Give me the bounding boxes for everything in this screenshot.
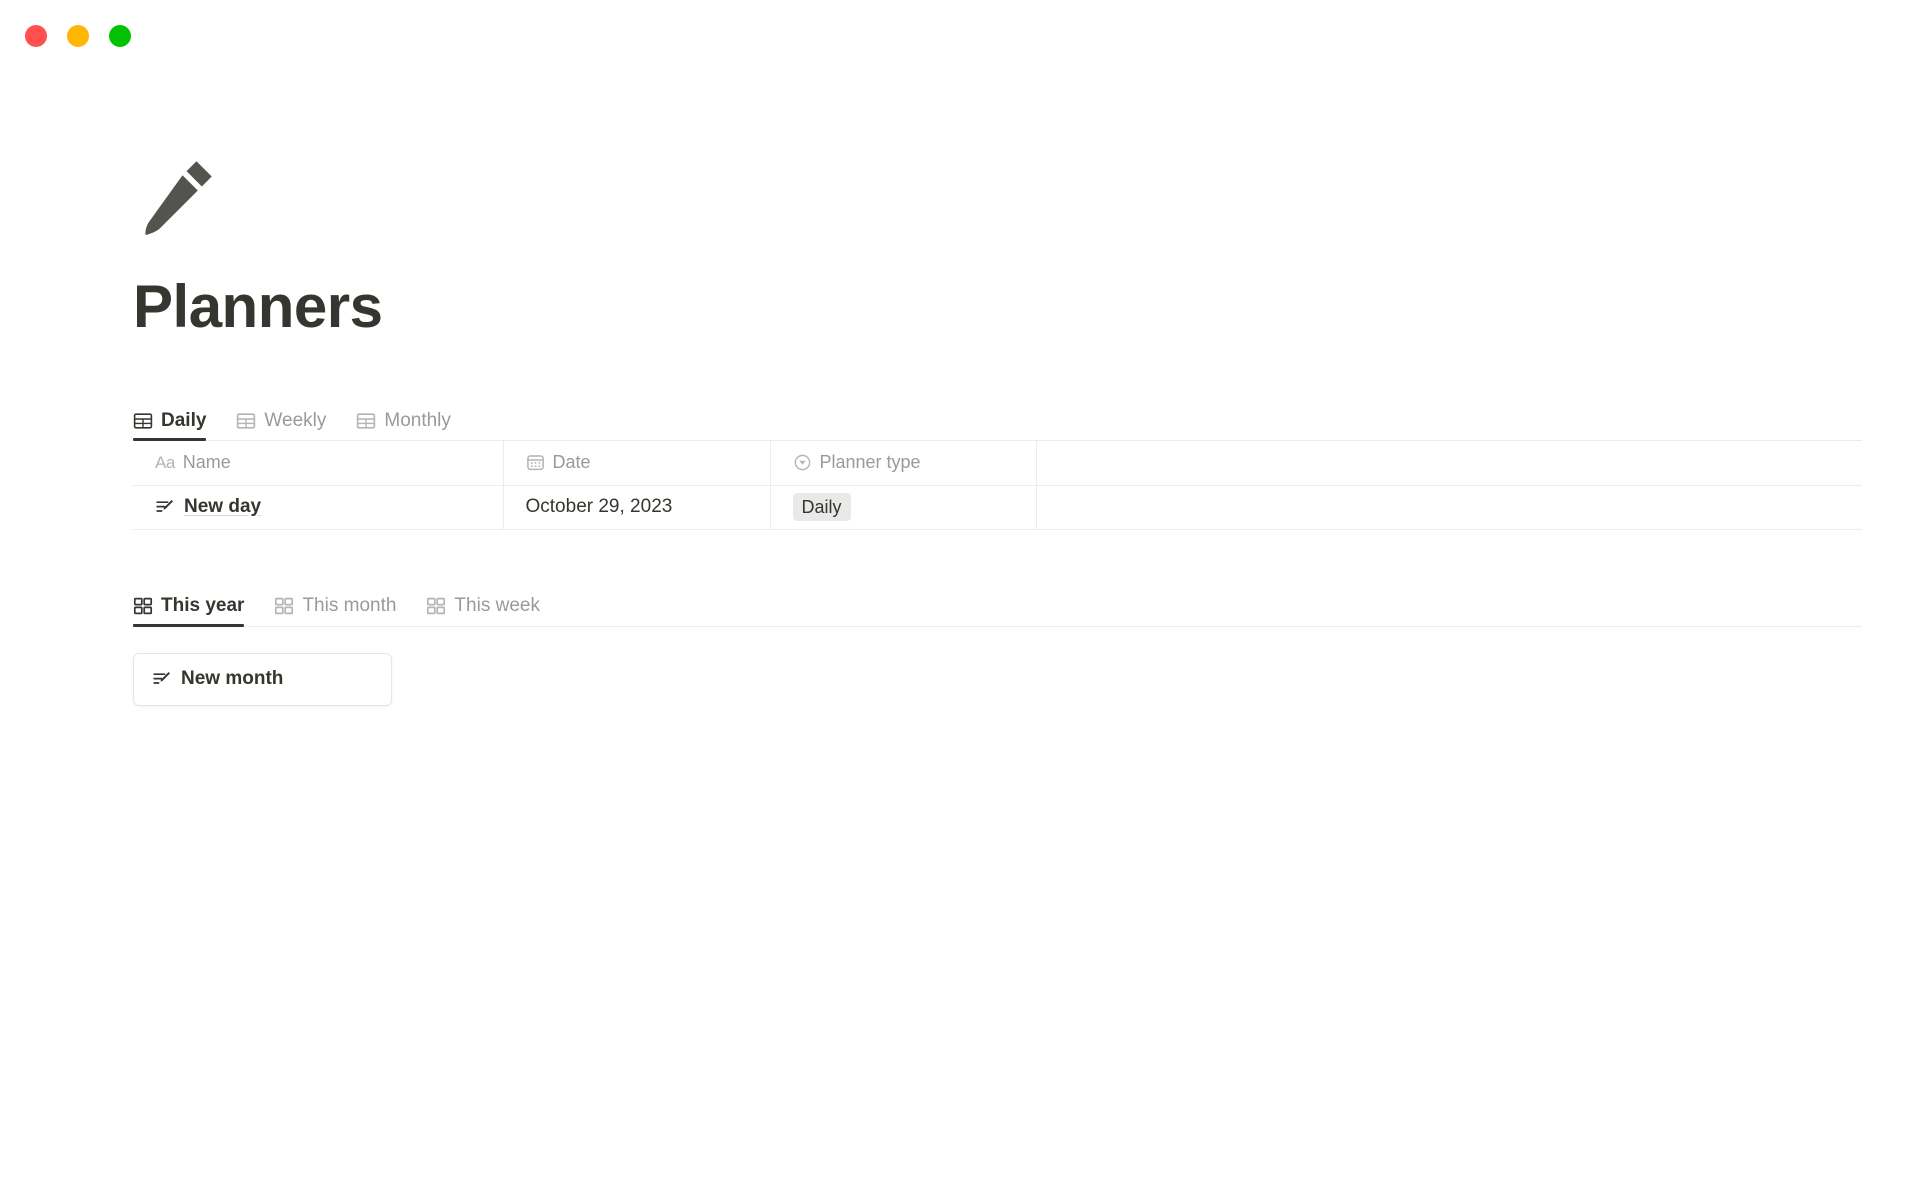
tab-label: This year bbox=[161, 595, 245, 616]
text-type-icon: Aa bbox=[155, 453, 175, 473]
page-title: Planners bbox=[133, 273, 383, 340]
status-badge: Daily bbox=[792, 492, 851, 522]
tab-label: This week bbox=[454, 595, 540, 616]
table-icon bbox=[237, 412, 256, 429]
planners-table: Aa Name Date Planner type New day Octobe… bbox=[133, 441, 1862, 530]
calendar-icon bbox=[526, 455, 544, 471]
column-label: Date bbox=[552, 452, 591, 473]
column-label: Name bbox=[182, 452, 231, 473]
table-icon bbox=[133, 412, 153, 429]
tab-this-week[interactable]: This week bbox=[426, 587, 552, 626]
note-pencil-icon bbox=[156, 500, 173, 512]
tab-monthly[interactable]: Monthly bbox=[356, 401, 463, 440]
pencil-icon[interactable] bbox=[133, 150, 223, 240]
gallery-icon bbox=[275, 597, 294, 615]
column-header-name[interactable]: Aa Name bbox=[133, 441, 504, 486]
page-link[interactable]: New day bbox=[184, 496, 261, 518]
tab-daily[interactable]: Daily bbox=[133, 401, 218, 441]
section-divider bbox=[133, 530, 1862, 588]
table-row[interactable]: New day October 29, 2023 Daily bbox=[133, 485, 1862, 530]
tab-label: This month bbox=[302, 595, 397, 616]
gallery-icon bbox=[427, 597, 446, 615]
tab-label: Monthly bbox=[384, 409, 451, 431]
tab-weekly[interactable]: Weekly bbox=[236, 401, 338, 440]
note-pencil-icon bbox=[153, 672, 170, 684]
tab-this-month[interactable]: This month bbox=[274, 587, 408, 626]
cell-planner-type[interactable]: Daily bbox=[770, 485, 1037, 530]
cell-name[interactable]: New day bbox=[133, 485, 504, 530]
gallery-grid: New month bbox=[133, 652, 1862, 706]
cell-date[interactable]: October 29, 2023 bbox=[503, 485, 771, 530]
column-label: Planner type bbox=[819, 452, 921, 473]
column-header-add[interactable] bbox=[1036, 441, 1862, 486]
gallery-card-title: New month bbox=[181, 668, 284, 689]
column-header-date[interactable]: Date bbox=[503, 441, 771, 486]
tab-label: Weekly bbox=[264, 409, 327, 431]
gallery-card[interactable]: New month bbox=[133, 652, 392, 706]
page-content: Planners Daily Weekly Monthly Aa Name Da… bbox=[0, 0, 1920, 706]
table-icon bbox=[357, 412, 376, 429]
gallery-icon bbox=[133, 597, 153, 615]
gallery-view-tabs: This year This month This week bbox=[133, 588, 1862, 627]
tab-label: Daily bbox=[161, 409, 207, 431]
cell-empty[interactable] bbox=[1036, 485, 1862, 530]
database-view-tabs: Daily Weekly Monthly bbox=[133, 402, 1862, 441]
select-icon bbox=[794, 454, 810, 471]
tab-this-year[interactable]: This year bbox=[133, 587, 256, 627]
column-header-planner-type[interactable]: Planner type bbox=[770, 441, 1037, 486]
table-header-row: Aa Name Date Planner type bbox=[133, 441, 1862, 486]
